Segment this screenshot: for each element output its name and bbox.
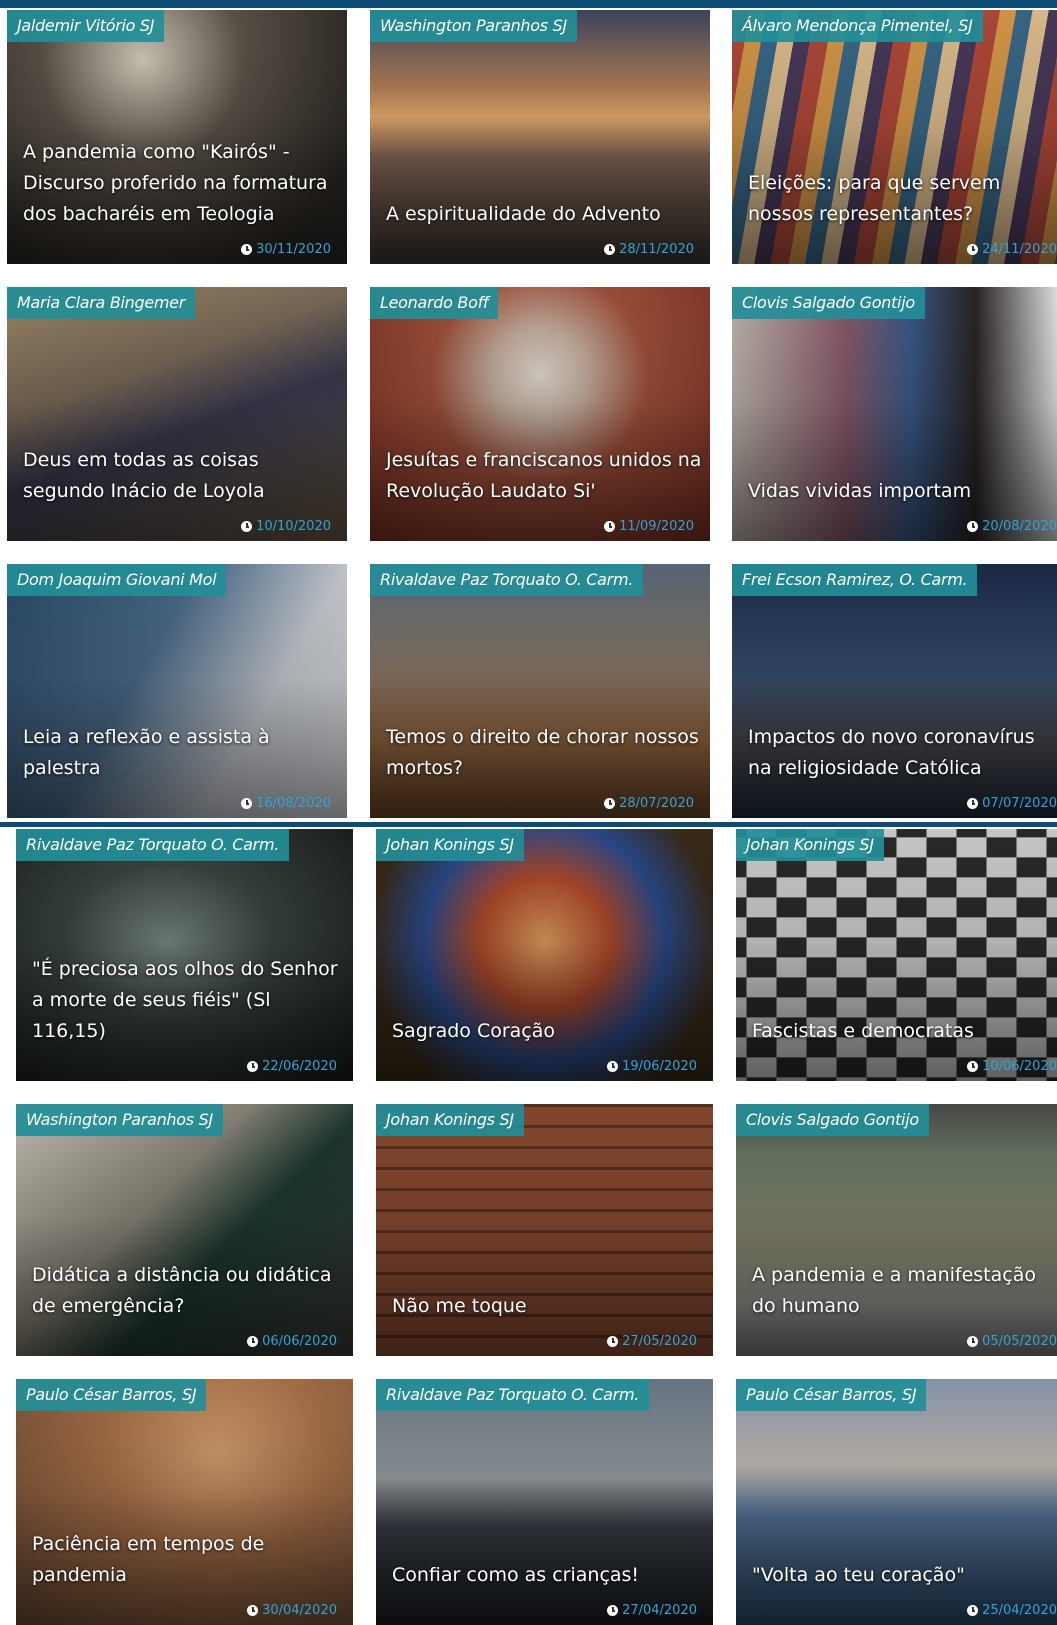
card-title[interactable]: Didática a distância ou didática de emer… bbox=[32, 1260, 345, 1322]
card-author[interactable]: Rivaldave Paz Torquato O. Carm. bbox=[370, 564, 644, 596]
card-date: 05/05/2020 bbox=[967, 1334, 1057, 1349]
card-date: 10/10/2020 bbox=[241, 519, 331, 534]
card-author[interactable]: Clovis Salgado Gontijo bbox=[736, 1104, 929, 1136]
article-card[interactable]: Clovis Salgado Gontijo Vidas vividas imp… bbox=[732, 287, 1057, 541]
card-author[interactable]: Clovis Salgado Gontijo bbox=[732, 287, 925, 319]
article-card[interactable]: Clovis Salgado Gontijo A pandemia e a ma… bbox=[736, 1104, 1057, 1356]
clock-icon bbox=[967, 1605, 979, 1616]
card-date: 27/04/2020 bbox=[607, 1603, 697, 1618]
card-title[interactable]: "É preciosa aos olhos do Senhor a morte … bbox=[32, 954, 345, 1047]
card-title[interactable]: A pandemia como "Kairós" - Discurso prof… bbox=[23, 137, 339, 230]
card-date: 07/07/2020 bbox=[967, 796, 1057, 811]
card-date: 25/04/2020 bbox=[967, 1603, 1057, 1618]
top-accent-bar bbox=[0, 0, 1057, 8]
card-date: 27/05/2020 bbox=[607, 1334, 697, 1349]
article-card[interactable]: Johan Konings SJ Fascistas e democratas … bbox=[736, 829, 1057, 1081]
article-card[interactable]: Washington Paranhos SJ A espiritualidade… bbox=[370, 10, 710, 264]
clock-icon bbox=[241, 521, 253, 532]
card-title[interactable]: Fascistas e democratas bbox=[752, 1016, 1049, 1047]
article-card[interactable]: Frei Ecson Ramirez, O. Carm. Impactos do… bbox=[732, 564, 1057, 818]
card-title[interactable]: Impactos do novo coronavírus na religios… bbox=[748, 722, 1049, 784]
card-title[interactable]: Temos o direito de chorar nossos mortos? bbox=[386, 722, 702, 784]
clock-icon bbox=[247, 1061, 259, 1072]
card-title[interactable]: A espiritualidade do Advento bbox=[386, 199, 702, 230]
card-date: 10/06/2020 bbox=[967, 1059, 1057, 1074]
card-author[interactable]: Frei Ecson Ramirez, O. Carm. bbox=[732, 564, 978, 596]
card-author[interactable]: Rivaldave Paz Torquato O. Carm. bbox=[376, 1379, 650, 1411]
article-card[interactable]: Maria Clara Bingemer Deus em todas as co… bbox=[7, 287, 347, 541]
article-card[interactable]: Rivaldave Paz Torquato O. Carm. Confiar … bbox=[376, 1379, 713, 1625]
article-card[interactable]: Washington Paranhos SJ Didática a distân… bbox=[16, 1104, 353, 1356]
article-card[interactable]: Paulo César Barros, SJ Paciência em temp… bbox=[16, 1379, 353, 1625]
card-title[interactable]: Eleições: para que servem nossos represe… bbox=[748, 168, 1049, 230]
card-author[interactable]: Dom Joaquim Giovani Mol bbox=[7, 564, 227, 596]
article-card[interactable]: Rivaldave Paz Torquato O. Carm. Temos o … bbox=[370, 564, 710, 818]
card-author[interactable]: Washington Paranhos SJ bbox=[16, 1104, 223, 1136]
clock-icon bbox=[967, 798, 979, 809]
article-card[interactable]: Johan Konings SJ Não me toque 27/05/2020 bbox=[376, 1104, 713, 1356]
article-card[interactable]: Jaldemir Vitório SJ A pandemia como "Kai… bbox=[7, 10, 347, 264]
clock-icon bbox=[967, 1336, 979, 1347]
card-title[interactable]: Confiar como as crianças! bbox=[392, 1560, 705, 1591]
card-title[interactable]: Sagrado Coração bbox=[392, 1016, 705, 1047]
article-card[interactable]: Álvaro Mendonça Pimentel, SJ Eleições: p… bbox=[732, 10, 1057, 264]
card-date: 28/07/2020 bbox=[604, 796, 694, 811]
clock-icon bbox=[607, 1061, 619, 1072]
clock-icon bbox=[967, 1061, 979, 1072]
card-title[interactable]: Deus em todas as coisas segundo Inácio d… bbox=[23, 445, 339, 507]
clock-icon bbox=[967, 244, 979, 255]
card-author[interactable]: Leonardo Boff bbox=[370, 287, 499, 319]
clock-icon bbox=[241, 244, 253, 255]
clock-icon bbox=[247, 1336, 259, 1347]
card-title[interactable]: "Volta ao teu coração" bbox=[752, 1560, 1049, 1591]
article-card[interactable]: Johan Konings SJ Sagrado Coração 19/06/2… bbox=[376, 829, 713, 1081]
card-author[interactable]: Johan Konings SJ bbox=[376, 829, 524, 861]
card-author[interactable]: Maria Clara Bingemer bbox=[7, 287, 195, 319]
card-author[interactable]: Paulo César Barros, SJ bbox=[736, 1379, 927, 1411]
card-date: 11/09/2020 bbox=[604, 519, 694, 534]
card-author[interactable]: Johan Konings SJ bbox=[736, 829, 884, 861]
article-card[interactable]: Paulo César Barros, SJ "Volta ao teu cor… bbox=[736, 1379, 1057, 1625]
clock-icon bbox=[604, 798, 616, 809]
section-divider bbox=[0, 822, 1057, 827]
article-card[interactable]: Dom Joaquim Giovani Mol Leia a reflexão … bbox=[7, 564, 347, 818]
card-author[interactable]: Johan Konings SJ bbox=[376, 1104, 524, 1136]
card-date: 19/06/2020 bbox=[607, 1059, 697, 1074]
card-date: 20/08/2020 bbox=[967, 519, 1057, 534]
card-title[interactable]: A pandemia e a manifestação do humano bbox=[752, 1260, 1049, 1322]
clock-icon bbox=[604, 521, 616, 532]
clock-icon bbox=[247, 1605, 259, 1616]
card-title[interactable]: Paciência em tempos de pandemia bbox=[32, 1529, 345, 1591]
card-title[interactable]: Leia a reflexão e assista à palestra bbox=[23, 722, 339, 784]
clock-icon bbox=[607, 1336, 619, 1347]
card-title[interactable]: Jesuítas e franciscanos unidos na Revolu… bbox=[386, 445, 702, 507]
card-author[interactable]: Rivaldave Paz Torquato O. Carm. bbox=[16, 829, 290, 861]
card-title[interactable]: Não me toque bbox=[392, 1291, 705, 1322]
article-card[interactable]: Leonardo Boff Jesuítas e franciscanos un… bbox=[370, 287, 710, 541]
card-date: 06/06/2020 bbox=[247, 1334, 337, 1349]
card-author[interactable]: Álvaro Mendonça Pimentel, SJ bbox=[732, 10, 983, 42]
clock-icon bbox=[604, 244, 616, 255]
card-date: 28/11/2020 bbox=[604, 242, 694, 257]
article-card[interactable]: Rivaldave Paz Torquato O. Carm. "É preci… bbox=[16, 829, 353, 1081]
card-date: 30/11/2020 bbox=[241, 242, 331, 257]
card-author[interactable]: Jaldemir Vitório SJ bbox=[7, 10, 165, 42]
clock-icon bbox=[967, 521, 979, 532]
card-author[interactable]: Paulo César Barros, SJ bbox=[16, 1379, 207, 1411]
card-date: 22/06/2020 bbox=[247, 1059, 337, 1074]
card-title[interactable]: Vidas vividas importam bbox=[748, 476, 1049, 507]
clock-icon bbox=[241, 798, 253, 809]
card-date: 16/08/2020 bbox=[241, 796, 331, 811]
card-author[interactable]: Washington Paranhos SJ bbox=[370, 10, 577, 42]
clock-icon bbox=[607, 1605, 619, 1616]
card-date: 30/04/2020 bbox=[247, 1603, 337, 1618]
card-date: 24/11/2020 bbox=[967, 242, 1057, 257]
